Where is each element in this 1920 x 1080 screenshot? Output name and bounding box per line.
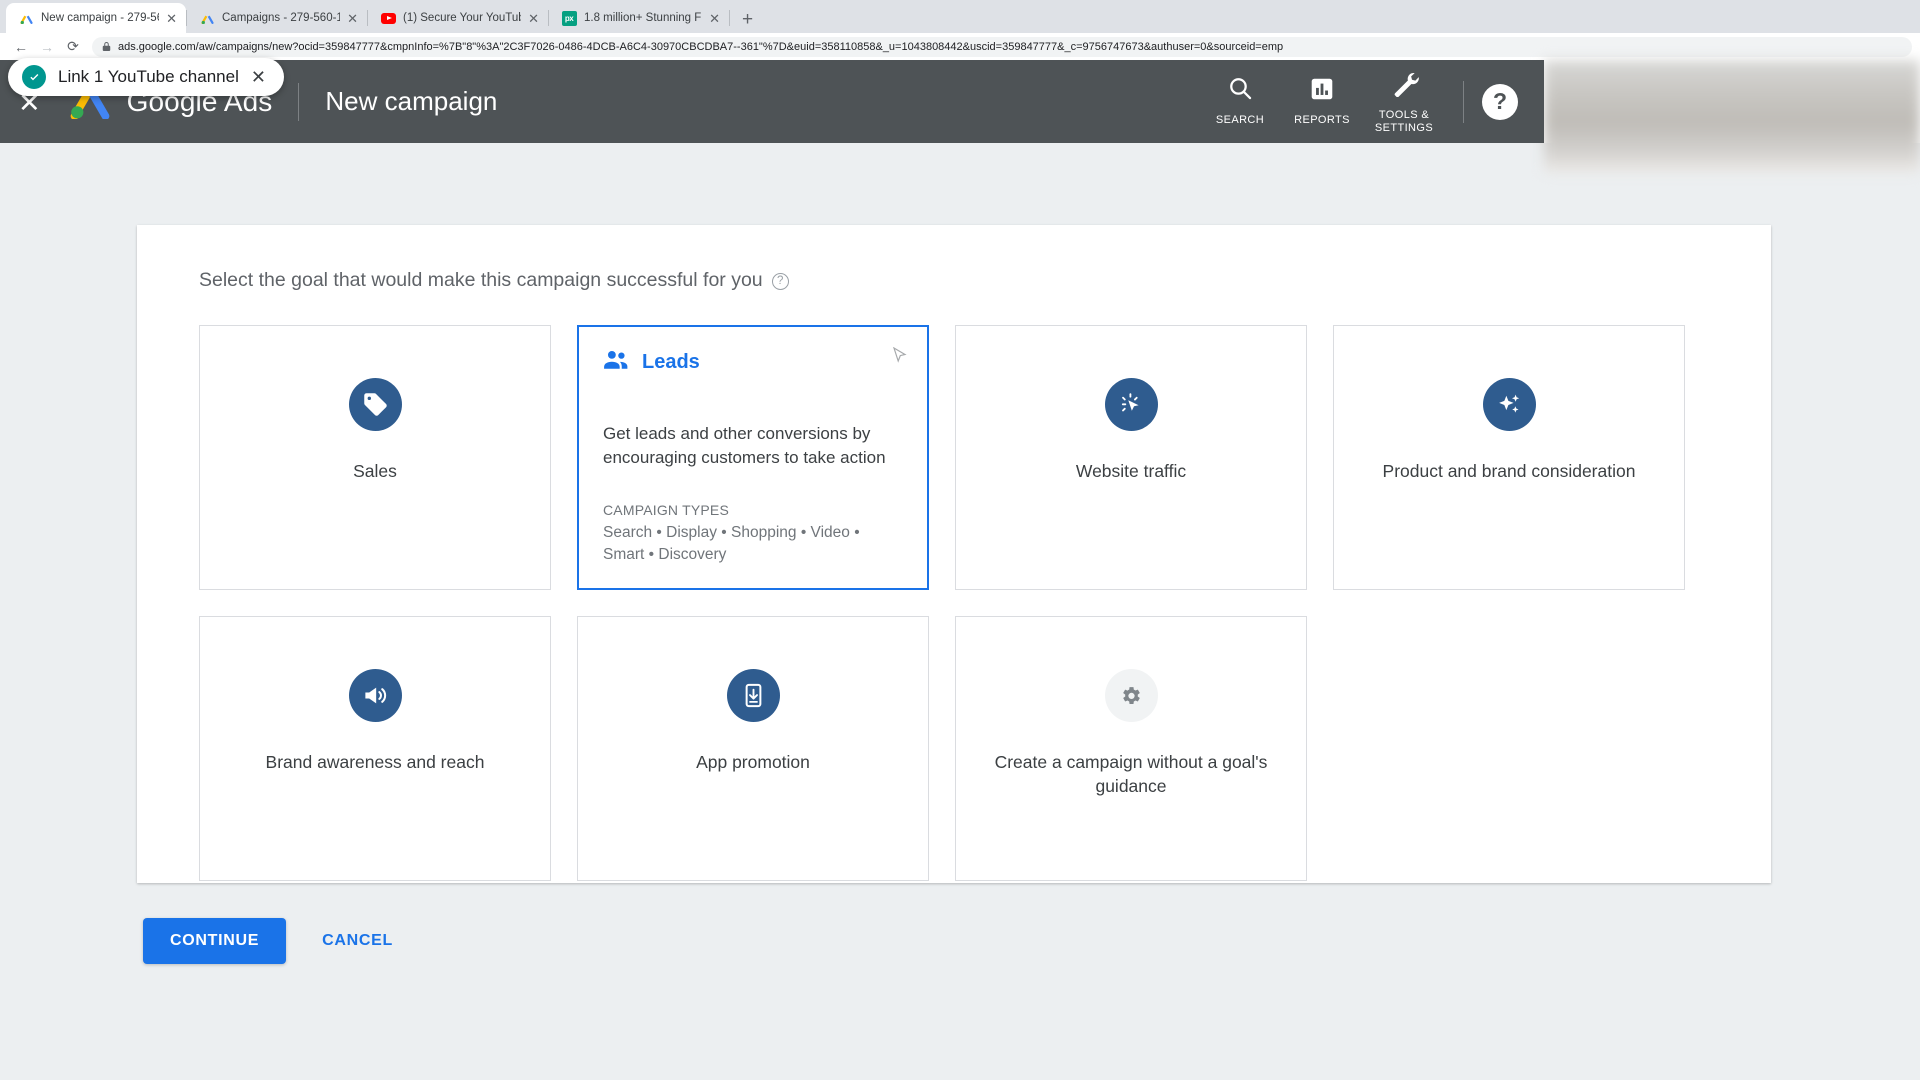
browser-tab-title: 1.8 million+ Stunning Free Ima xyxy=(584,12,702,24)
browser-tab-3[interactable]: px 1.8 million+ Stunning Free Ima ✕ xyxy=(549,3,729,33)
campaign-types-label: CAMPAIGN TYPES xyxy=(603,502,729,519)
cursor-click-icon xyxy=(1104,378,1158,431)
price-tag-icon xyxy=(348,378,402,431)
browser-tab-title: New campaign - 279-560-189 xyxy=(41,12,159,24)
goal-selection-panel: Select the goal that would make this cam… xyxy=(137,225,1771,883)
goal-card-label: Create a campaign without a goal's guida… xyxy=(994,752,1268,796)
campaign-types-list: Search • Display • Shopping • Video • Sm… xyxy=(603,524,860,564)
continue-button[interactable]: CONTINUE xyxy=(143,918,287,964)
close-icon[interactable]: ✕ xyxy=(251,68,266,86)
search-icon xyxy=(1227,75,1254,107)
help-icon[interactable]: ? xyxy=(771,272,789,290)
forward-icon[interactable]: → xyxy=(34,34,60,60)
youtube-link-notification[interactable]: Link 1 YouTube channel ✕ xyxy=(8,58,284,96)
close-icon[interactable]: ✕ xyxy=(347,12,358,25)
header-tools-settings-label: TOOLS & SETTINGS xyxy=(1374,108,1434,134)
panel-heading: Select the goal that would make this cam… xyxy=(137,225,1771,292)
close-icon[interactable]: ✕ xyxy=(528,12,539,25)
header-tools-settings-button[interactable]: TOOLS & SETTINGS xyxy=(1363,68,1445,135)
blurred-screen-edge xyxy=(1544,60,1920,173)
megaphone-icon xyxy=(348,669,402,722)
header-reports-label: REPORTS xyxy=(1294,113,1350,126)
people-icon xyxy=(603,349,629,375)
address-bar[interactable]: ads.google.com/aw/campaigns/new?ocid=359… xyxy=(92,36,1912,57)
browser-tab-strip: New campaign - 279-560-189 ✕ Campaigns -… xyxy=(0,0,1920,33)
lock-icon xyxy=(102,41,111,52)
goal-card-description: Get leads and other conversions by encou… xyxy=(603,424,886,468)
header-divider xyxy=(298,82,300,121)
address-bar-url: ads.google.com/aw/campaigns/new?ocid=359… xyxy=(118,40,1284,53)
goal-card-label: Brand awareness and reach xyxy=(265,752,485,772)
header-divider xyxy=(1463,80,1464,123)
cancel-button[interactable]: CANCEL xyxy=(314,918,401,964)
goal-card-brand-awareness-and-reach[interactable]: Brand awareness and reach xyxy=(199,616,551,881)
goal-card-label: Website traffic xyxy=(1075,461,1187,481)
close-icon[interactable]: ✕ xyxy=(166,12,177,25)
check-circle-icon xyxy=(22,65,46,89)
goal-card-app-promotion[interactable]: App promotion xyxy=(577,616,929,881)
goal-card-no-goal-guidance[interactable]: Create a campaign without a goal's guida… xyxy=(955,616,1307,881)
browser-toolbar: ← → ⟳ ads.google.com/aw/campaigns/new?oc… xyxy=(0,33,1920,60)
wrench-icon xyxy=(1390,68,1419,102)
browser-tab-0[interactable]: New campaign - 279-560-189 ✕ xyxy=(6,3,186,33)
reload-icon[interactable]: ⟳ xyxy=(60,34,86,60)
goal-card-product-and-brand-consideration[interactable]: Product and brand consideration xyxy=(1333,325,1685,590)
browser-tab-1[interactable]: Campaigns - 279-560-1893 - ✕ xyxy=(187,3,367,33)
header-search-label: SEARCH xyxy=(1215,114,1265,127)
goal-card-label: Product and brand consideration xyxy=(1382,461,1636,481)
browser-tab-title: Campaigns - 279-560-1893 - xyxy=(222,12,341,24)
goal-card-leads[interactable]: Leads Get leads and other conversions by… xyxy=(577,325,929,590)
goal-card-header: Leads xyxy=(603,349,700,375)
goal-card-label: Sales xyxy=(353,461,397,481)
goal-card-label: App promotion xyxy=(696,752,810,772)
browser-window: New campaign - 279-560-189 ✕ Campaigns -… xyxy=(0,0,1920,1080)
notification-label: Link 1 YouTube channel xyxy=(58,67,239,86)
mobile-download-icon xyxy=(726,669,780,722)
mouse-cursor-icon xyxy=(892,346,907,363)
reports-icon xyxy=(1309,76,1335,107)
youtube-favicon xyxy=(380,10,396,26)
goal-card-website-traffic[interactable]: Website traffic xyxy=(955,325,1307,590)
pexels-favicon: px xyxy=(561,10,577,26)
goal-card-title: Leads xyxy=(642,350,700,373)
browser-tab-title: (1) Secure Your YouTube Acco xyxy=(403,12,521,24)
goal-card-grid: Sales Leads Get leads and other conversi… xyxy=(199,325,1709,881)
back-icon[interactable]: ← xyxy=(8,34,34,60)
page-title: New campaign xyxy=(325,86,498,116)
goal-card-sales[interactable]: Sales xyxy=(199,325,551,590)
help-icon[interactable]: ? xyxy=(1482,83,1518,120)
header-reports-button[interactable]: REPORTS xyxy=(1281,76,1363,127)
panel-heading-text: Select the goal that would make this cam… xyxy=(199,269,763,291)
sparkle-icon xyxy=(1482,378,1536,431)
new-tab-button[interactable]: + xyxy=(730,10,765,33)
google-ads-favicon xyxy=(18,10,34,26)
google-ads-favicon xyxy=(199,10,215,26)
header-actions: SEARCH REPORTS TOOLS & SETTINGS ? xyxy=(1199,68,1544,135)
page-body: Select the goal that would make this cam… xyxy=(0,143,1920,1080)
browser-tab-2[interactable]: (1) Secure Your YouTube Acco ✕ xyxy=(368,3,548,33)
gear-icon xyxy=(1104,669,1158,722)
close-icon[interactable]: ✕ xyxy=(709,12,720,25)
header-search-button[interactable]: SEARCH xyxy=(1199,75,1281,127)
footer-actions: CONTINUE CANCEL xyxy=(143,918,401,964)
